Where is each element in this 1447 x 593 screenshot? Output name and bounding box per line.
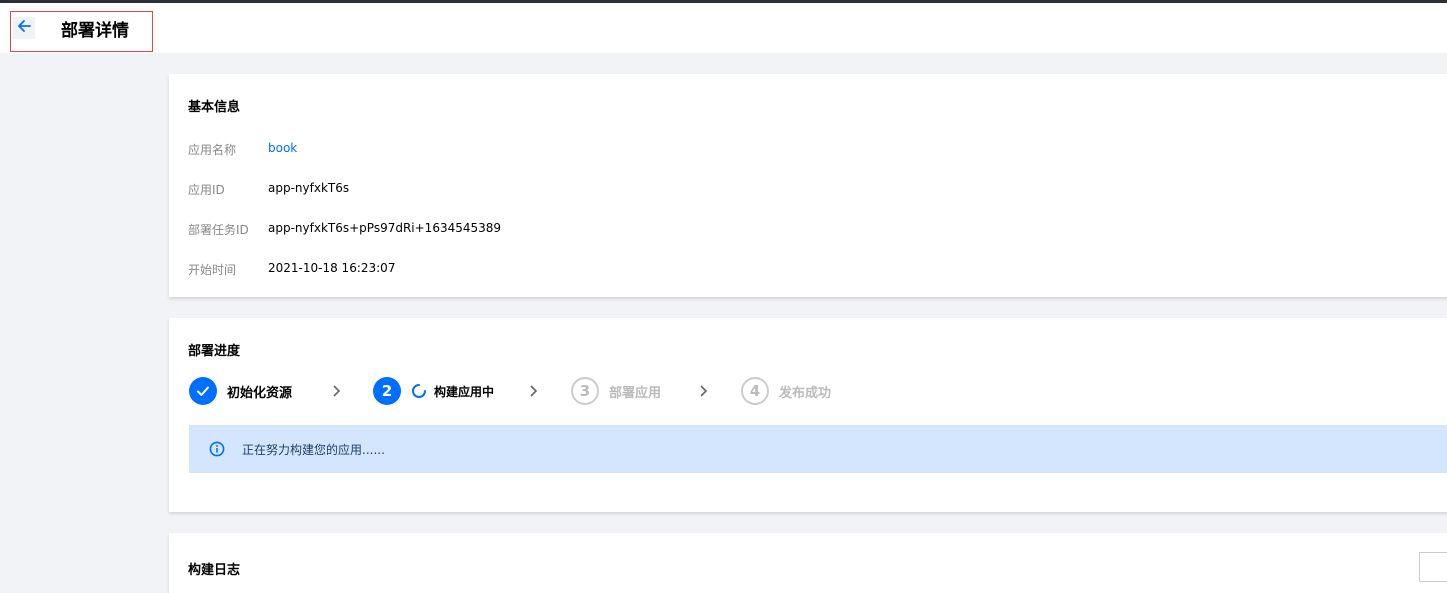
chevron-right-icon (526, 383, 542, 399)
info-label: 部署任务ID (188, 223, 249, 237)
page-header: 部署详情 (0, 3, 1447, 53)
step-number: 4 (741, 377, 769, 405)
deploy-progress-card: 部署进度 初始化资源 2 构建应用中 3 部署应用 4 发布成功 正在努力构建您… (169, 318, 1447, 512)
notice-text: 正在努力构建您的应用...... (242, 442, 385, 457)
back-button[interactable] (13, 17, 35, 39)
info-value: 2021-10-18 16:23:07 (268, 261, 396, 275)
app-name-link[interactable]: book (268, 141, 297, 155)
info-label: 应用名称 (188, 143, 237, 157)
step-number: 2 (373, 377, 401, 405)
info-value: app-nyfxkT6s+pPs97dRi+1634545389 (268, 221, 502, 235)
info-label: 开始时间 (188, 263, 237, 277)
step-deploy-app: 3 部署应用 (571, 377, 661, 405)
build-log-title: 构建日志 (188, 563, 241, 578)
loading-spinner-icon (411, 383, 427, 399)
basic-info-card: 基本信息 应用名称 book 应用ID app-nyfxkT6s 部署任务ID … (169, 74, 1447, 297)
log-action-button[interactable] (1419, 552, 1447, 582)
arrow-left-icon (16, 18, 32, 38)
info-icon (209, 441, 225, 457)
step-number: 3 (571, 377, 599, 405)
step-label: 初始化资源 (227, 385, 293, 401)
basic-info-title: 基本信息 (188, 100, 241, 115)
step-build-app: 2 构建应用中 (373, 377, 494, 405)
steps: 初始化资源 2 构建应用中 3 部署应用 4 发布成功 (189, 377, 989, 405)
step-init-resource: 初始化资源 (189, 377, 292, 405)
step-label: 部署应用 (609, 385, 662, 401)
chevron-right-icon (696, 383, 712, 399)
check-icon (189, 377, 217, 405)
step-publish-success: 4 发布成功 (741, 377, 831, 405)
info-value: app-nyfxkT6s (268, 181, 350, 195)
chevron-right-icon (329, 383, 345, 399)
step-label: 构建应用中 (434, 384, 495, 399)
page-title: 部署详情 (61, 21, 129, 41)
step-label: 发布成功 (779, 385, 832, 401)
info-label: 应用ID (188, 183, 225, 197)
build-log-card: 构建日志 (169, 533, 1447, 593)
build-notice: 正在努力构建您的应用...... (189, 425, 1447, 473)
deploy-progress-title: 部署进度 (188, 344, 241, 359)
